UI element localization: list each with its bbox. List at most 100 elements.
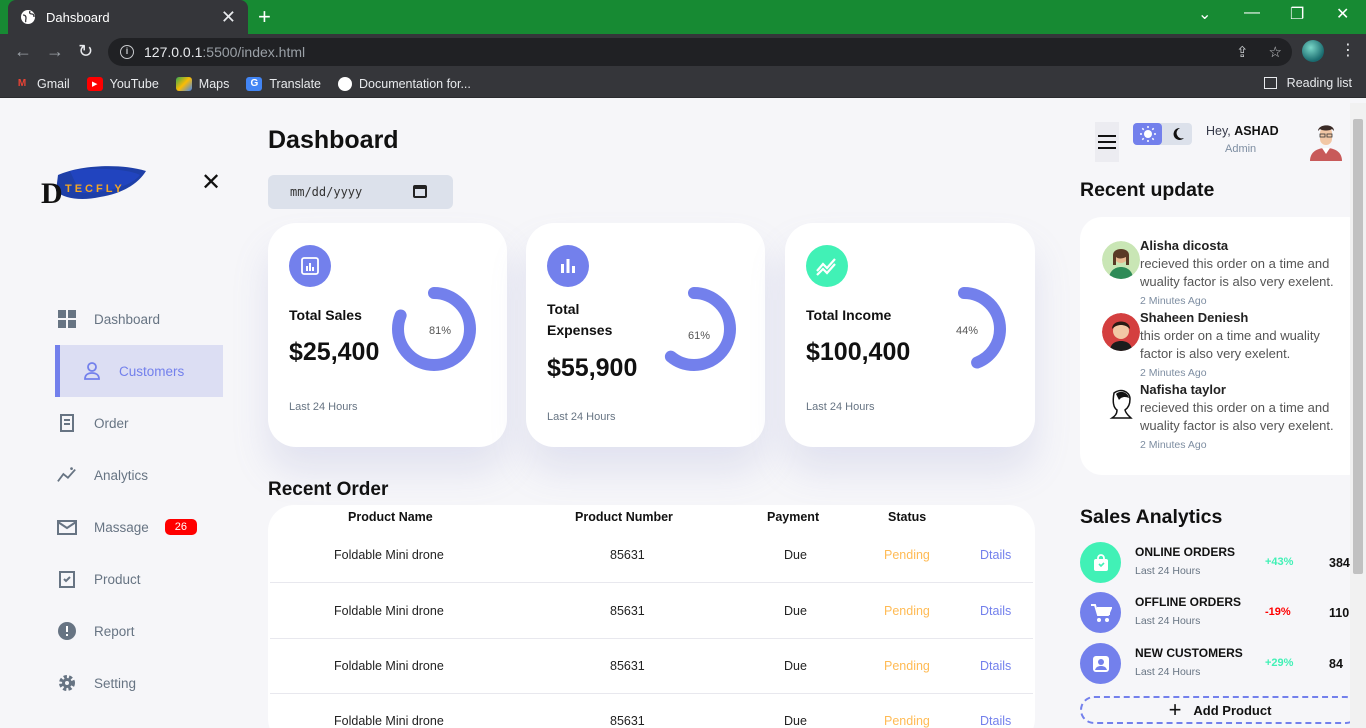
bookmark-maps[interactable]: Maps (175, 76, 229, 91)
sidebar-item-analytics[interactable]: Analytics (55, 449, 223, 501)
analytics-number: 84 (1329, 657, 1343, 671)
analytics-name: ONLINE ORDERS (1135, 545, 1236, 559)
sidebar-item-label: Order (94, 415, 129, 431)
update-text: Nafisha taylor recieved this order on a t… (1140, 382, 1334, 433)
sidebar-item-customers[interactable]: Customers (55, 345, 223, 397)
table-row: Foldable Mini drone 85631 Due Pending Dt… (268, 694, 1035, 728)
page-title: Dashboard (268, 126, 399, 154)
product-number-cell: 85631 (610, 714, 645, 728)
analytics-percent: +29% (1265, 657, 1294, 669)
browser-tab[interactable]: Dahsboard ✕ (8, 0, 248, 34)
sidebar-item-label: Product (94, 571, 141, 587)
forward-icon[interactable]: → (46, 41, 64, 62)
globe-icon (338, 76, 353, 91)
details-link[interactable]: Dtails (980, 604, 1011, 618)
date-field[interactable]: mm/dd/yyyy (268, 175, 453, 209)
browser-tab-bar: Dahsboard ✕ + ⌄ — ❐ ✕ (0, 0, 1366, 34)
sidebar-item-setting[interactable]: Setting (55, 657, 223, 709)
calendar-icon[interactable] (413, 185, 427, 198)
bookmark-youtube[interactable]: ▶ YouTube (86, 76, 159, 91)
recent-update-title: Recent update (1080, 179, 1215, 201)
sidebar-item-order[interactable]: Order (55, 397, 223, 449)
bookmark-star-icon[interactable]: ☆ (1269, 43, 1282, 61)
update-author: Alisha dicosta (1140, 238, 1229, 253)
report-icon (57, 621, 77, 641)
add-product-button[interactable]: + Add Product (1080, 696, 1360, 724)
site-info-icon[interactable]: i (120, 45, 134, 59)
sidebar-item-dashboard[interactable]: Dashboard (55, 293, 223, 345)
theme-toggle[interactable] (1133, 123, 1192, 145)
bookmarks-bar: M Gmail ▶ YouTube Maps G Translate Document… (0, 70, 1366, 98)
light-mode-icon[interactable] (1133, 123, 1162, 145)
sidebar-item-label: Report (94, 623, 135, 639)
menu-toggle-button[interactable] (1095, 122, 1119, 162)
payment-cell: Due (784, 714, 807, 728)
card-label: Total Sales (289, 307, 362, 323)
minimize-button[interactable]: — (1244, 4, 1260, 22)
product-name-cell: Foldable Mini drone (334, 659, 444, 673)
card-value: $100,400 (806, 338, 911, 366)
update-time: 2 Minutes Ago (1140, 367, 1207, 379)
sales-card: Total Sales $25,400 81% Last 24 Hours (268, 223, 507, 447)
sidebar-item-label: Analytics (94, 467, 149, 483)
sidebar-item-label: Massage (94, 519, 149, 535)
card-value: $25,400 (289, 338, 380, 366)
details-link[interactable]: Dtails (980, 659, 1011, 673)
avatar (1102, 313, 1140, 351)
bookmark-translate[interactable]: G Translate (246, 76, 321, 91)
payment-cell: Due (784, 659, 807, 673)
shopping-cart-icon (1080, 592, 1121, 633)
reading-list[interactable]: Reading list (1263, 76, 1352, 90)
bookmark-documentation[interactable]: Documentation for... (338, 76, 471, 91)
avatar[interactable] (1308, 121, 1344, 161)
profile-avatar[interactable] (1302, 40, 1324, 62)
details-link[interactable]: Dtails (980, 548, 1011, 562)
tab-search-icon[interactable]: ⌄ (1198, 4, 1211, 24)
dark-mode-icon[interactable] (1171, 127, 1185, 141)
analytics-number: 384 (1329, 556, 1350, 570)
globe-icon (21, 10, 35, 24)
product-name-cell: Foldable Mini drone (334, 714, 444, 728)
status-cell: Pending (884, 714, 930, 728)
scrollbar-thumb[interactable] (1353, 119, 1363, 574)
stocks-icon (806, 245, 848, 287)
sidebar-item-product[interactable]: Product (55, 553, 223, 605)
grid-icon (57, 309, 77, 329)
sidebar-close-icon[interactable]: ✕ (201, 171, 221, 195)
card-footer: Last 24 Hours (547, 411, 616, 423)
row-divider (270, 582, 1033, 583)
payment-cell: Due (784, 548, 807, 562)
bookmark-gmail[interactable]: M Gmail (14, 77, 70, 91)
table-row: Foldable Mini drone 85631 Due Pending Dt… (268, 584, 1035, 639)
inventory-icon (57, 569, 77, 589)
reload-icon[interactable]: ↻ (78, 41, 93, 62)
product-number-cell: 85631 (610, 548, 645, 562)
card-footer: Last 24 Hours (806, 401, 875, 413)
analytics-icon (289, 245, 331, 287)
column-header: Product Number (575, 510, 673, 524)
page-scrollbar[interactable] (1350, 103, 1366, 728)
close-window-button[interactable]: ✕ (1336, 4, 1349, 24)
sidebar-item-massage[interactable]: Massage 26 (55, 501, 223, 553)
url-host: 127.0.0.1 (144, 44, 203, 60)
gmail-icon: M (17, 78, 27, 89)
svg-text:TECFLY: TECFLY (65, 183, 125, 195)
details-link[interactable]: Dtails (980, 714, 1011, 728)
new-tab-button[interactable]: + (258, 4, 271, 30)
analytics-percent: +43% (1265, 556, 1294, 568)
offline-orders-item: OFFLINE ORDERS Last 24 Hours -19% 110 (1080, 591, 1360, 637)
card-value: $55,900 (547, 354, 638, 382)
sidebar-item-report[interactable]: Report (55, 605, 223, 657)
translate-icon: G (246, 76, 263, 91)
analytics-name: OFFLINE ORDERS (1135, 595, 1242, 609)
payment-cell: Due (784, 604, 807, 618)
share-icon[interactable]: ⇪ (1236, 43, 1249, 61)
user-greeting: Hey, ASHAD (1206, 124, 1279, 138)
address-bar[interactable]: i 127.0.0.1:5500/index.html ⇪ ☆ (108, 38, 1292, 66)
svg-text:D: D (41, 177, 63, 210)
browser-toolbar: ← → ↻ i 127.0.0.1:5500/index.html ⇪ ☆ (0, 34, 1366, 70)
more-menu-icon[interactable]: ⋮ (1340, 40, 1356, 60)
tab-close-icon[interactable]: ✕ (221, 7, 236, 28)
back-icon[interactable]: ← (14, 41, 32, 62)
restore-button[interactable]: ❐ (1290, 4, 1304, 24)
